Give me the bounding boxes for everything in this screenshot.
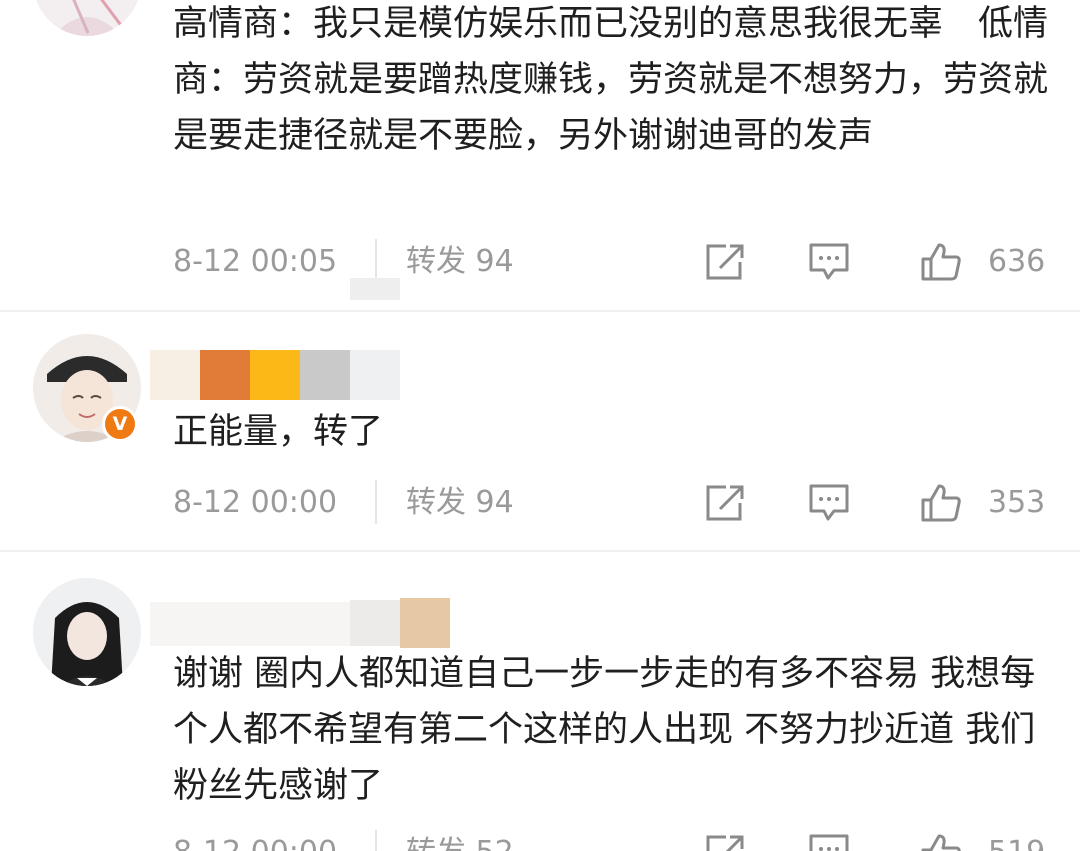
username-blurred[interactable] [150, 350, 400, 400]
comment-icon[interactable] [808, 242, 850, 282]
blurred-mark [350, 278, 400, 300]
thumbs-up-icon[interactable] [920, 833, 962, 851]
forward-count[interactable]: 转发 94 [406, 478, 514, 528]
comment-item: 高情商：我只是模仿娱乐而已没别的意思我很无辜 低情商：劳资就是要蹭热度赚钱，劳资… [0, 0, 1080, 310]
comment-feed: 高情商：我只是模仿娱乐而已没别的意思我很无辜 低情商：劳资就是要蹭热度赚钱，劳资… [0, 0, 1080, 851]
comment-meta: 8-12 00:00 转发 94 353 [0, 478, 1080, 528]
share-icon[interactable] [704, 833, 746, 851]
comment-meta: 8-12 00:05 转发 94 636 [0, 237, 1080, 287]
comment-item: 谢谢 圈内人都知道自己一步一步走的有多不容易 我想每个人都不希望有第二个这样的人… [0, 552, 1080, 851]
share-icon[interactable] [704, 242, 746, 282]
comment-meta: 8-12 00:00 转发 52 519 [0, 828, 1080, 851]
like-count: 519 [988, 828, 1045, 851]
comment-text: 高情商：我只是模仿娱乐而已没别的意思我很无辜 低情商：劳资就是要蹭热度赚钱，劳资… [173, 4, 1049, 156]
divider [375, 480, 377, 524]
divider [375, 830, 377, 851]
comment-item: V 正能量，转了 8-12 00:00 转发 94 353 [0, 312, 1080, 550]
share-icon[interactable] [704, 483, 746, 523]
comment-icon[interactable] [808, 833, 850, 851]
forward-count[interactable]: 转发 94 [406, 237, 514, 287]
forward-count[interactable]: 转发 52 [406, 828, 514, 851]
like-count: 353 [988, 485, 1046, 520]
divider [375, 239, 377, 283]
comment-text: 正能量，转了 [173, 412, 384, 452]
avatar[interactable] [33, 578, 141, 686]
thumbs-up-icon[interactable] [920, 483, 962, 523]
verified-badge: V [102, 406, 138, 442]
comment-icon[interactable] [808, 483, 850, 523]
avatar[interactable] [33, 0, 141, 36]
comment-time: 8-12 00:00 [173, 828, 337, 851]
comment-text: 谢谢 圈内人都知道自己一步一步走的有多不容易 我想每个人都不希望有第二个这样的人… [173, 654, 1036, 806]
comment-time: 8-12 00:05 [173, 244, 338, 279]
like-count: 636 [988, 244, 1046, 279]
thumbs-up-icon[interactable] [920, 242, 962, 282]
comment-time: 8-12 00:00 [173, 485, 338, 520]
username-blurred[interactable] [150, 598, 450, 648]
